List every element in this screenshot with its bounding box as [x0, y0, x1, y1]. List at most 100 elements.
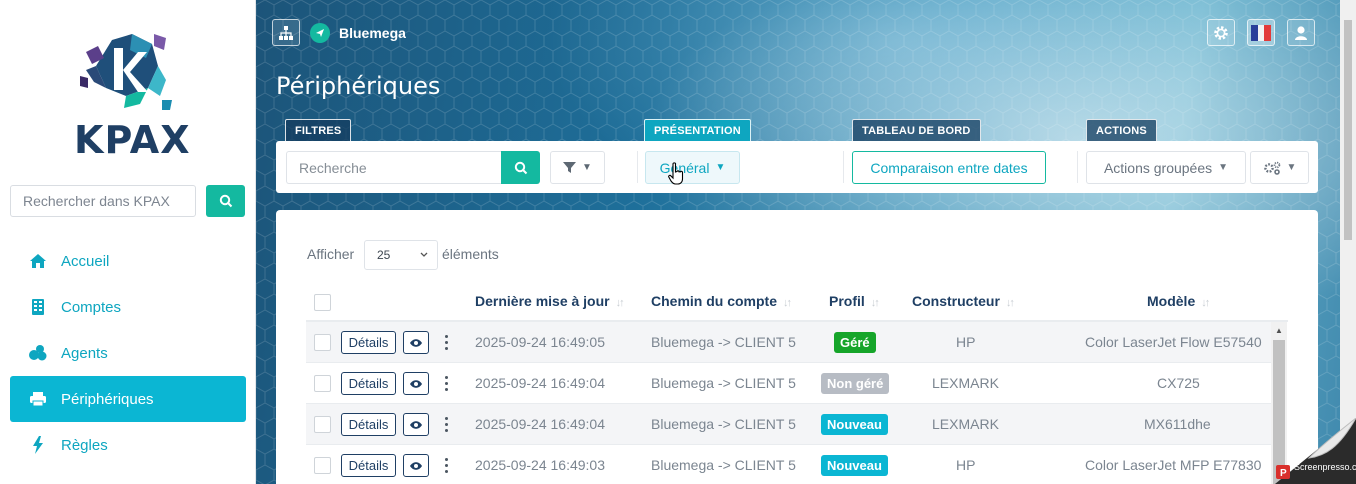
sidebar-search-button[interactable] [206, 185, 245, 217]
group-actions-dropdown[interactable]: Actions groupées ▼ [1086, 151, 1246, 184]
caret-down-icon: ▼ [1286, 162, 1297, 173]
table-row[interactable]: Détails 2025-09-24 16:49:04 Bluemega -> … [306, 404, 1272, 445]
status-badge: Nouveau [821, 455, 888, 476]
sidebar-search-input[interactable] [10, 185, 196, 217]
page-title: Périphériques [276, 72, 441, 100]
details-button[interactable]: Détails [341, 413, 396, 436]
table-row[interactable]: Détails 2025-09-24 16:49:05 Bluemega -> … [306, 322, 1272, 363]
page-size-value: 25 [377, 248, 391, 262]
column-header-account-path[interactable]: Chemin du compte ↓↑ [651, 293, 792, 309]
sidebar-item-peripheriques[interactable]: Périphériques [10, 376, 246, 422]
bolt-icon [28, 435, 48, 455]
row-checkbox[interactable] [314, 457, 331, 474]
status-badge: Non géré [821, 373, 890, 394]
building-icon [28, 297, 48, 317]
cell-model: Color LaserJet Flow E57540 [1085, 334, 1262, 350]
cell-last-update: 2025-09-24 16:49:03 [475, 457, 605, 473]
column-header-profile[interactable]: Profil ↓↑ [829, 293, 880, 309]
page-size-select[interactable]: 25 [364, 240, 438, 270]
column-header-label: Constructeur [912, 293, 1000, 309]
section-label-filtres: FILTRES [285, 119, 352, 142]
watermark-text: Screenpresso.com [1294, 462, 1356, 472]
user-menu-button[interactable] [1287, 19, 1315, 46]
sidebar-item-agents[interactable]: Agents [10, 330, 246, 376]
details-button[interactable]: Détails [341, 331, 396, 354]
page-curl-watermark: P [1275, 418, 1356, 484]
cell-manufacturer: LEXMARK [932, 375, 999, 391]
row-menu-icon[interactable] [444, 458, 448, 473]
sidebar-nav: Accueil Comptes Agents Périphériques Règ… [10, 238, 246, 468]
status-badge: Géré [834, 332, 876, 353]
search-input[interactable] [286, 151, 502, 184]
column-header-last-update[interactable]: Dernière mise à jour ↓↑ [475, 293, 625, 309]
logo-text: KPAX [74, 118, 191, 162]
brand-badge-icon [310, 22, 330, 43]
filter-dropdown-button[interactable]: ▼ [550, 151, 605, 184]
cell-manufacturer: HP [956, 334, 976, 350]
details-button[interactable]: Détails [341, 454, 396, 477]
window-scrollbar[interactable] [1340, 0, 1356, 484]
table-row[interactable]: Détails 2025-09-24 16:49:04 Bluemega -> … [306, 363, 1272, 404]
cell-account-path: Bluemega -> CLIENT 5 [651, 457, 796, 473]
gear-icon [1207, 19, 1235, 46]
cell-account-path: Bluemega -> CLIENT 5 [651, 416, 796, 432]
search-icon [514, 161, 527, 174]
sidebar-item-label: Périphériques [61, 390, 154, 408]
caret-down-icon: ▼ [715, 162, 726, 173]
section-label-actions: ACTIONS [1086, 119, 1157, 142]
details-button[interactable]: Détails [341, 372, 396, 395]
language-flag-button[interactable] [1247, 19, 1275, 46]
sort-icon: ↓↑ [1005, 297, 1015, 309]
org-tree-button[interactable] [272, 19, 300, 46]
eye-icon [410, 338, 422, 347]
sidebar: KPAX Accueil Comptes Agents Périphérique… [0, 0, 256, 484]
kpax-logo[interactable]: KPAX [74, 30, 191, 162]
row-menu-icon[interactable] [444, 417, 448, 432]
sidebar-item-accueil[interactable]: Accueil [10, 238, 246, 284]
caret-down-icon: ▼ [582, 162, 592, 173]
settings-button[interactable] [1207, 19, 1235, 46]
view-button[interactable] [403, 413, 429, 436]
row-menu-icon[interactable] [444, 376, 448, 391]
svg-text:P: P [1280, 468, 1287, 479]
table-row[interactable]: Détails 2025-09-24 16:49:03 Bluemega -> … [306, 445, 1272, 484]
home-icon [28, 251, 48, 271]
cell-last-update: 2025-09-24 16:49:04 [475, 375, 605, 391]
sort-icon: ↓↑ [870, 297, 880, 309]
table-settings-dropdown[interactable]: ▼ [1250, 151, 1309, 184]
select-all-checkbox[interactable] [314, 294, 331, 311]
row-checkbox[interactable] [314, 375, 331, 392]
column-header-label: Profil [829, 293, 865, 309]
sidebar-item-regles[interactable]: Règles [10, 422, 246, 468]
scroll-up-arrow-icon[interactable]: ▲ [1275, 326, 1283, 335]
sitemap-icon [279, 25, 293, 40]
agents-icon [28, 343, 48, 363]
search-button[interactable] [501, 151, 540, 184]
eye-icon [410, 461, 422, 470]
row-menu-icon[interactable] [444, 335, 448, 350]
row-checkbox[interactable] [314, 416, 331, 433]
brand-name[interactable]: Bluemega [339, 25, 406, 41]
window-scrollbar-thumb[interactable] [1344, 20, 1352, 240]
sidebar-item-label: Comptes [61, 298, 122, 316]
column-header-manufacturer[interactable]: Constructeur ↓↑ [912, 293, 1015, 309]
cell-last-update: 2025-09-24 16:49:05 [475, 334, 605, 350]
compare-dates-button[interactable]: Comparaison entre dates [852, 151, 1046, 184]
column-header-model[interactable]: Modèle ↓↑ [1147, 293, 1210, 309]
kpax-logo-mark-icon [80, 34, 172, 110]
cell-manufacturer: LEXMARK [932, 416, 999, 432]
view-button[interactable] [403, 331, 429, 354]
show-label: Afficher [307, 246, 355, 262]
view-button[interactable] [403, 372, 429, 395]
top-bar: Bluemega [272, 19, 406, 46]
sort-icon: ↓↑ [783, 297, 792, 309]
sort-icon: ↓↑ [615, 297, 625, 309]
printer-icon [28, 389, 48, 409]
sort-icon: ↓↑ [1201, 297, 1210, 309]
row-checkbox[interactable] [314, 334, 331, 351]
cell-manufacturer: HP [956, 457, 976, 473]
sidebar-item-comptes[interactable]: Comptes [10, 284, 246, 330]
presentation-general-dropdown[interactable]: Général ▼ [645, 151, 740, 184]
cell-account-path: Bluemega -> CLIENT 5 [651, 334, 796, 350]
view-button[interactable] [403, 454, 429, 477]
